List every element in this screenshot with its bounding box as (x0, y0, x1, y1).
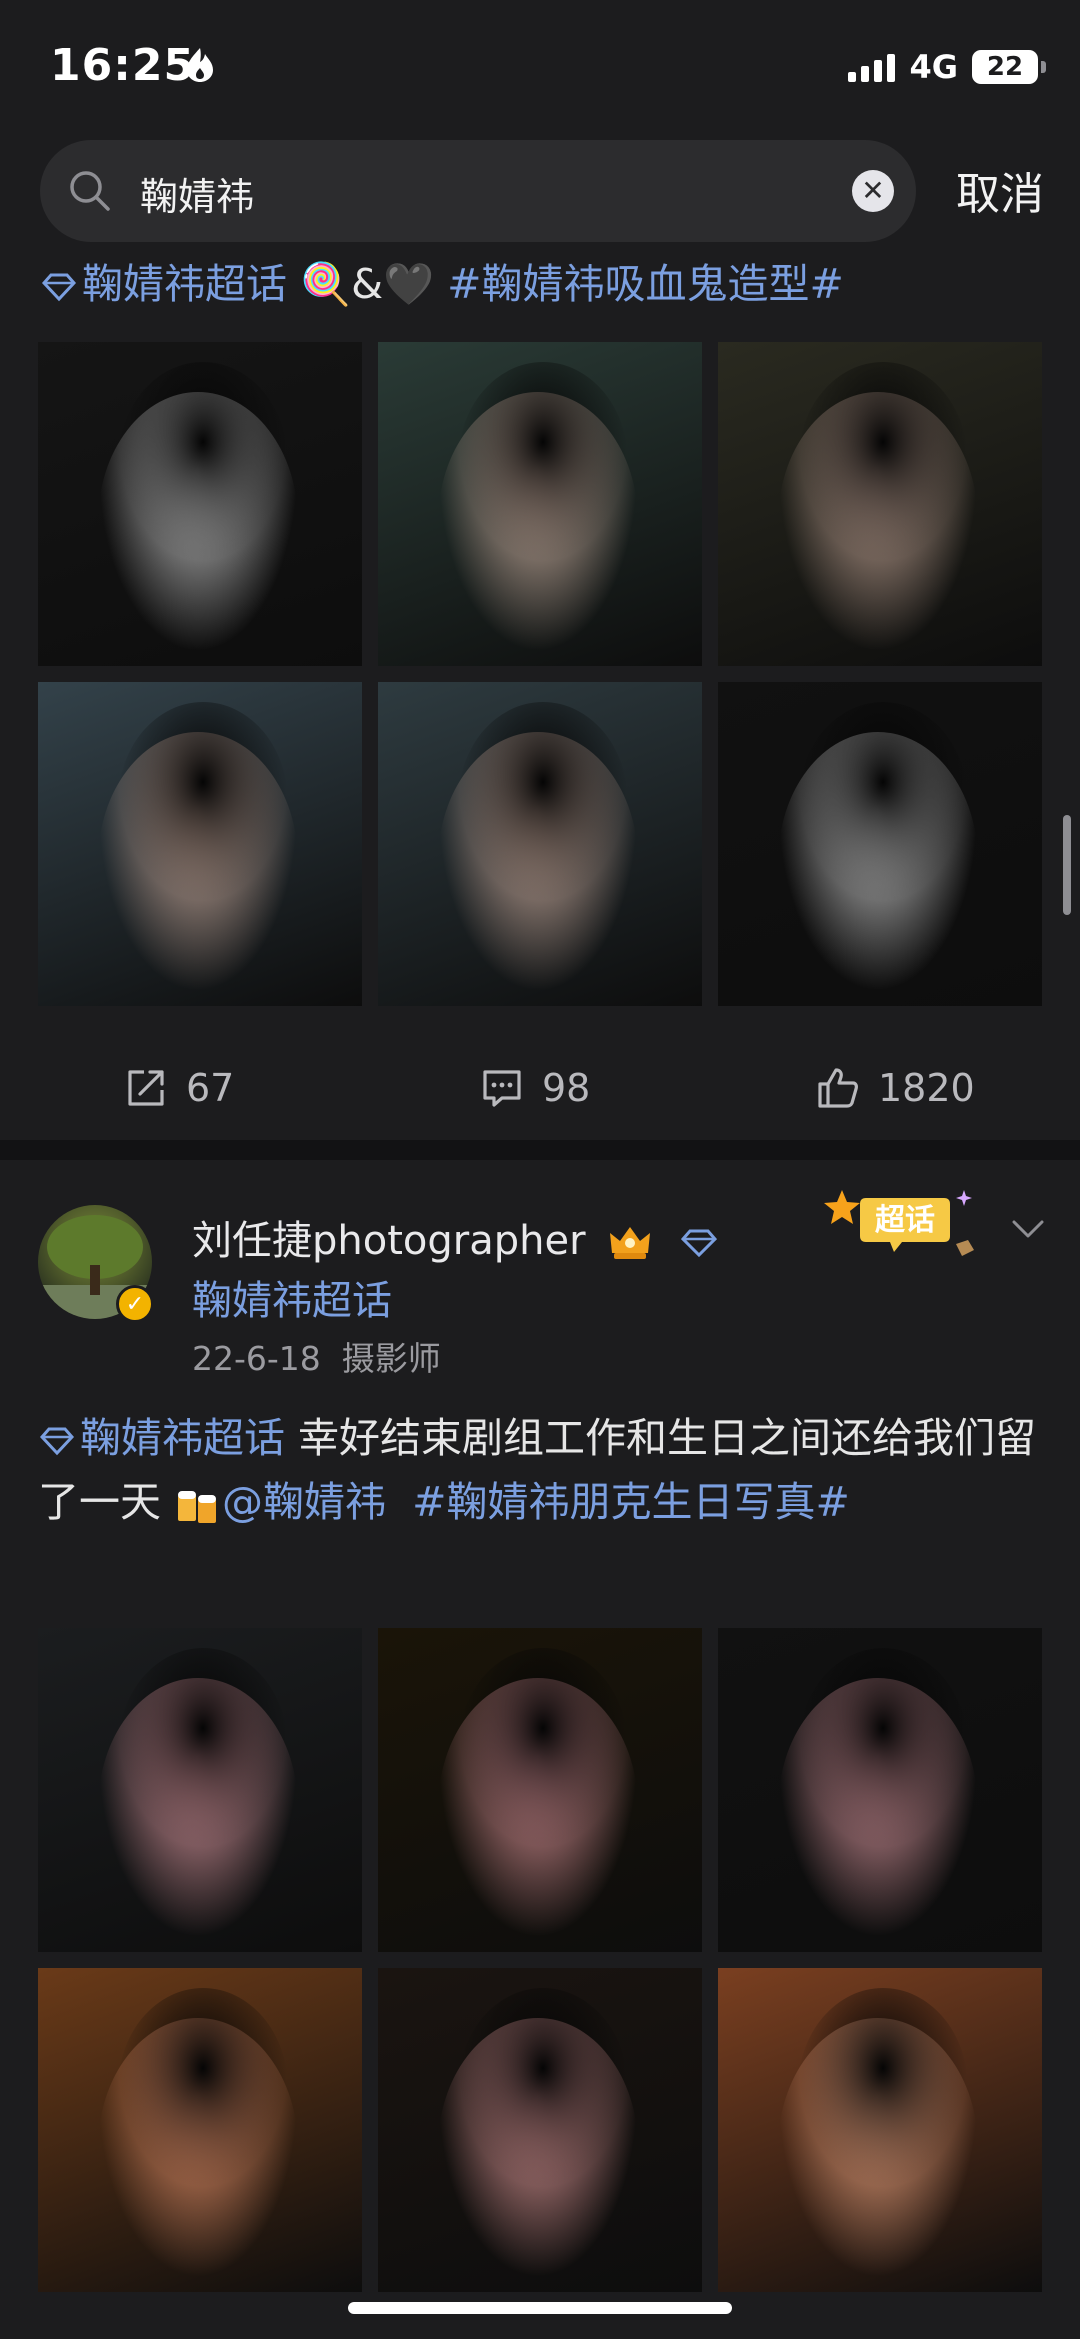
home-indicator[interactable] (348, 2302, 732, 2314)
post1-emoji-text: 🍭&🖤 (300, 260, 435, 308)
comment-icon (483, 1070, 521, 1107)
chaohua-badge[interactable]: 超话 (820, 1184, 990, 1264)
post1-image-grid (38, 342, 1043, 1006)
status-indicators: 4G 22 (848, 48, 1046, 86)
post-divider (0, 1140, 1080, 1160)
verified-badge-icon: ✓ (116, 1285, 154, 1323)
hair-shape (458, 1988, 628, 2188)
hair-shape (458, 1648, 628, 1848)
hair-shape (798, 1988, 968, 2188)
post-date: 22-6-18 (192, 1339, 321, 1378)
post2-photo[interactable] (378, 1628, 702, 1952)
hair-shape (118, 1648, 288, 1848)
post2-photo[interactable] (718, 1628, 1042, 1952)
flame-icon (187, 48, 213, 82)
user-topic-link[interactable]: 鞠婧祎超话 (192, 1268, 392, 1326)
post2-hashtag-link[interactable]: #鞠婧祎朋克生日写真# (412, 1478, 850, 1526)
post-meta: 22-6-18 摄影师 (192, 1332, 441, 1380)
like-count: 1820 (878, 1066, 975, 1110)
post1-photo[interactable] (718, 682, 1042, 1006)
share-icon (128, 1070, 164, 1106)
post2-text: 鞠婧祎超话 幸好结束剧组工作和生日之间还给我们留了一天 @鞠婧祎 #鞠婧祎朋克生… (38, 1406, 1048, 1534)
post1-photo[interactable] (38, 342, 362, 666)
search-results-page: 16:25 4G 22 鞠婧祎 ✕ 取消 鞠婧祎超话 🍭&🖤 #鞠婧祎吸血鬼造型… (0, 0, 1080, 2339)
post1-action-bar: 67 98 1820 (0, 1040, 1080, 1140)
post2-topic-link[interactable]: 鞠婧祎超话 (80, 1414, 285, 1462)
hair-shape (798, 702, 968, 902)
diamond-icon (680, 1229, 718, 1258)
username-text: 刘任捷photographer (192, 1218, 586, 1264)
hair-shape (118, 362, 288, 562)
cellular-signal-icon (848, 52, 896, 82)
status-time: 16:25 (50, 40, 196, 91)
post1-photo[interactable] (378, 682, 702, 1006)
crown-icon (610, 1227, 651, 1259)
like-button[interactable]: 1820 (816, 1066, 975, 1110)
post2-photo[interactable] (378, 1968, 702, 2292)
post1-photo[interactable] (38, 682, 362, 1006)
network-type: 4G (909, 48, 958, 86)
battery-level: 22 (986, 52, 1024, 82)
hair-shape (798, 1648, 968, 1848)
hair-shape (458, 362, 628, 562)
comment-button[interactable]: 98 (480, 1066, 590, 1110)
hair-shape (118, 702, 288, 902)
chevron-down-icon[interactable] (1008, 1214, 1048, 1244)
hair-shape (118, 1988, 288, 2188)
cancel-button[interactable]: 取消 (956, 158, 1044, 222)
post1-hashtag-link[interactable]: #鞠婧祎吸血鬼造型# (447, 260, 844, 308)
badge-label: 超话 (875, 1203, 935, 1238)
post1-topic-link[interactable]: 鞠婧祎超话 (82, 260, 287, 308)
scrollbar[interactable] (1063, 815, 1071, 915)
post2-image-grid (38, 1628, 1043, 2292)
comment-count: 98 (542, 1066, 591, 1110)
repost-count: 67 (186, 1066, 235, 1110)
diamond-icon (41, 273, 77, 302)
battery-icon: 22 (972, 50, 1046, 84)
status-bar: 16:25 4G 22 (0, 0, 1080, 130)
thumbs-up-icon (818, 1068, 858, 1108)
mention-link[interactable]: @鞠婧祎 (222, 1478, 386, 1526)
search-query: 鞠婧祎 (140, 175, 255, 219)
post1-caption: 鞠婧祎超话 🍭&🖤 #鞠婧祎吸血鬼造型# (40, 250, 844, 310)
post-role: 摄影师 (341, 1339, 441, 1378)
hair-shape (458, 702, 628, 902)
post1-photo[interactable] (378, 342, 702, 666)
search-input[interactable]: 鞠婧祎 ✕ (40, 140, 916, 242)
beer-icon (178, 1491, 217, 1523)
post2-photo[interactable] (38, 1628, 362, 1952)
post2-photo[interactable] (718, 1968, 1042, 2292)
clear-search-button[interactable]: ✕ (852, 170, 894, 212)
diamond-icon (39, 1427, 75, 1456)
post2-photo[interactable] (38, 1968, 362, 2292)
post1-photo[interactable] (718, 342, 1042, 666)
hair-shape (798, 362, 968, 562)
search-icon (70, 171, 110, 211)
repost-button[interactable]: 67 (124, 1066, 234, 1110)
username[interactable]: 刘任捷photographer (192, 1208, 719, 1266)
